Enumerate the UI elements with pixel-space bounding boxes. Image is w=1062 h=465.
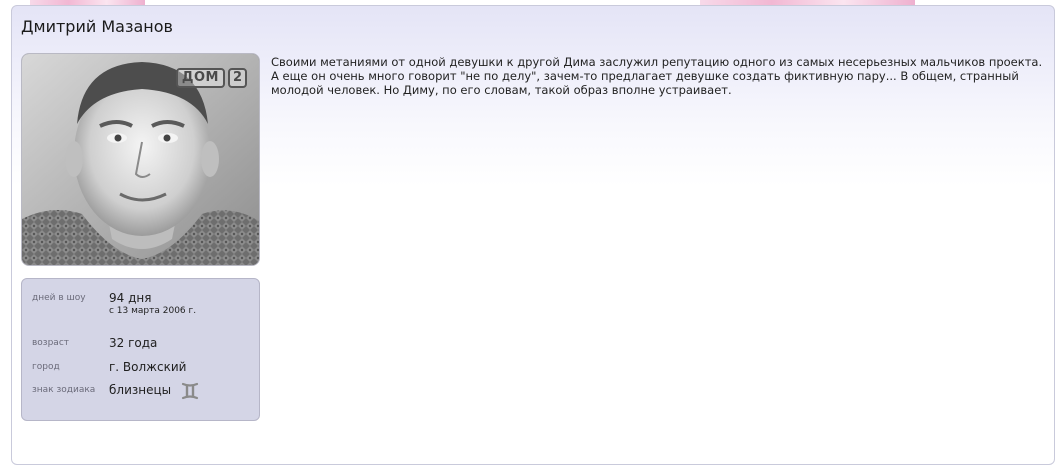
age-label: возраст (32, 338, 70, 348)
city-value: г. Волжский (109, 360, 187, 374)
age-value: 32 года (109, 336, 158, 350)
dom2-logo: ДОМ 2 (175, 68, 247, 88)
days-value: 94 дня (109, 291, 152, 305)
info-panel: дней в шоу 94 дня с 13 марта 2006 г. воз… (21, 278, 260, 421)
participant-card: Дмитрий Мазанов ДОМ 2 дней в шоу 94 дня … (11, 5, 1055, 465)
participant-description: Своими метаниями от одной девушки к друг… (271, 55, 1043, 97)
zodiac-label: знак зодиака (32, 385, 96, 395)
days-since: с 13 марта 2006 г. (109, 306, 197, 316)
gemini-icon (181, 382, 199, 400)
days-label: дней в шоу (32, 293, 86, 303)
dom2-logo-number: 2 (227, 68, 247, 88)
zodiac-value: близнецы (109, 383, 172, 397)
participant-name: Дмитрий Мазанов (21, 17, 173, 36)
dom2-logo-text: ДОМ (175, 68, 225, 88)
participant-photo: ДОМ 2 (21, 53, 260, 266)
city-label: город (32, 362, 60, 372)
